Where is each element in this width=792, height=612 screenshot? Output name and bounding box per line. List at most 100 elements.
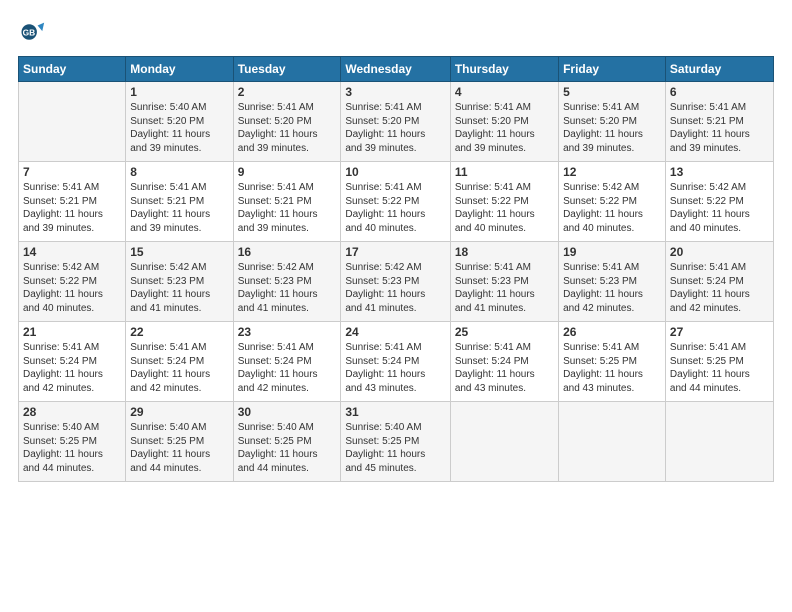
weekday-header-sunday: Sunday xyxy=(19,57,126,82)
day-number: 6 xyxy=(670,85,769,99)
day-info: Sunrise: 5:41 AMSunset: 5:24 PMDaylight:… xyxy=(130,341,228,395)
day-number: 20 xyxy=(670,245,769,259)
day-info: Sunrise: 5:40 AMSunset: 5:20 PMDaylight:… xyxy=(130,101,228,155)
day-info: Sunrise: 5:41 AMSunset: 5:21 PMDaylight:… xyxy=(238,181,337,235)
calendar-table: SundayMondayTuesdayWednesdayThursdayFrid… xyxy=(18,56,774,482)
day-info: Sunrise: 5:41 AMSunset: 5:20 PMDaylight:… xyxy=(345,101,445,155)
weekday-header-tuesday: Tuesday xyxy=(233,57,341,82)
day-info: Sunrise: 5:42 AMSunset: 5:23 PMDaylight:… xyxy=(130,261,228,315)
day-info: Sunrise: 5:42 AMSunset: 5:22 PMDaylight:… xyxy=(670,181,769,235)
day-number: 26 xyxy=(563,325,661,339)
day-number: 29 xyxy=(130,405,228,419)
day-info: Sunrise: 5:40 AMSunset: 5:25 PMDaylight:… xyxy=(23,421,121,475)
calendar-cell: 24 Sunrise: 5:41 AMSunset: 5:24 PMDayligh… xyxy=(341,322,450,402)
day-number: 14 xyxy=(23,245,121,259)
day-info: Sunrise: 5:41 AMSunset: 5:22 PMDaylight:… xyxy=(345,181,445,235)
day-info: Sunrise: 5:41 AMSunset: 5:21 PMDaylight:… xyxy=(23,181,121,235)
weekday-header-monday: Monday xyxy=(126,57,233,82)
day-number: 17 xyxy=(345,245,445,259)
calendar-cell: 15 Sunrise: 5:42 AMSunset: 5:23 PMDayligh… xyxy=(126,242,233,322)
header: GB xyxy=(18,18,774,46)
day-info: Sunrise: 5:40 AMSunset: 5:25 PMDaylight:… xyxy=(238,421,337,475)
day-info: Sunrise: 5:41 AMSunset: 5:25 PMDaylight:… xyxy=(563,341,661,395)
weekday-header-row: SundayMondayTuesdayWednesdayThursdayFrid… xyxy=(19,57,774,82)
day-number: 30 xyxy=(238,405,337,419)
day-info: Sunrise: 5:42 AMSunset: 5:22 PMDaylight:… xyxy=(23,261,121,315)
calendar-cell: 3 Sunrise: 5:41 AMSunset: 5:20 PMDaylight… xyxy=(341,82,450,162)
svg-text:GB: GB xyxy=(23,28,36,38)
calendar-cell: 28 Sunrise: 5:40 AMSunset: 5:25 PMDayligh… xyxy=(19,402,126,482)
day-number: 11 xyxy=(455,165,554,179)
day-info: Sunrise: 5:41 AMSunset: 5:21 PMDaylight:… xyxy=(130,181,228,235)
week-row-2: 14 Sunrise: 5:42 AMSunset: 5:22 PMDayligh… xyxy=(19,242,774,322)
day-number: 22 xyxy=(130,325,228,339)
day-info: Sunrise: 5:40 AMSunset: 5:25 PMDaylight:… xyxy=(130,421,228,475)
weekday-header-thursday: Thursday xyxy=(450,57,558,82)
calendar-cell: 18Sunrise: 5:41 AMSunset: 5:23 PMDayligh… xyxy=(450,242,558,322)
calendar-cell: 26 Sunrise: 5:41 AMSunset: 5:25 PMDayligh… xyxy=(559,322,666,402)
week-row-1: 7 Sunrise: 5:41 AMSunset: 5:21 PMDaylight… xyxy=(19,162,774,242)
day-number: 15 xyxy=(130,245,228,259)
day-info: Sunrise: 5:41 AMSunset: 5:21 PMDaylight:… xyxy=(670,101,769,155)
calendar-cell: 1Sunrise: 5:40 AMSunset: 5:20 PMDaylight… xyxy=(126,82,233,162)
day-info: Sunrise: 5:41 AMSunset: 5:25 PMDaylight:… xyxy=(670,341,769,395)
calendar-cell: 8 Sunrise: 5:41 AMSunset: 5:21 PMDaylight… xyxy=(126,162,233,242)
weekday-header-saturday: Saturday xyxy=(665,57,773,82)
day-info: Sunrise: 5:41 AMSunset: 5:24 PMDaylight:… xyxy=(345,341,445,395)
day-info: Sunrise: 5:42 AMSunset: 5:23 PMDaylight:… xyxy=(345,261,445,315)
day-number: 3 xyxy=(345,85,445,99)
day-info: Sunrise: 5:41 AMSunset: 5:20 PMDaylight:… xyxy=(563,101,661,155)
calendar-cell: 29 Sunrise: 5:40 AMSunset: 5:25 PMDayligh… xyxy=(126,402,233,482)
week-row-3: 21 Sunrise: 5:41 AMSunset: 5:24 PMDayligh… xyxy=(19,322,774,402)
day-number: 5 xyxy=(563,85,661,99)
calendar-cell xyxy=(19,82,126,162)
calendar-cell: 14 Sunrise: 5:42 AMSunset: 5:22 PMDayligh… xyxy=(19,242,126,322)
calendar-cell: 2 Sunrise: 5:41 AMSunset: 5:20 PMDaylight… xyxy=(233,82,341,162)
calendar-cell: 7 Sunrise: 5:41 AMSunset: 5:21 PMDaylight… xyxy=(19,162,126,242)
day-info: Sunrise: 5:42 AMSunset: 5:22 PMDaylight:… xyxy=(563,181,661,235)
calendar-cell: 23 Sunrise: 5:41 AMSunset: 5:24 PMDayligh… xyxy=(233,322,341,402)
day-info: Sunrise: 5:41 AMSunset: 5:23 PMDaylight:… xyxy=(563,261,661,315)
day-number: 21 xyxy=(23,325,121,339)
day-number: 24 xyxy=(345,325,445,339)
calendar-cell: 21Sunrise: 5:41 AMSunset: 5:24 PMDayligh… xyxy=(19,322,126,402)
day-info: Sunrise: 5:41 AMSunset: 5:24 PMDaylight:… xyxy=(670,261,769,315)
day-number: 7 xyxy=(23,165,121,179)
calendar-cell: 25Sunrise: 5:41 AMSunset: 5:24 PMDayligh… xyxy=(450,322,558,402)
day-number: 8 xyxy=(130,165,228,179)
calendar-cell: 5 Sunrise: 5:41 AMSunset: 5:20 PMDaylight… xyxy=(559,82,666,162)
day-number: 16 xyxy=(238,245,337,259)
calendar-cell: 13Sunrise: 5:42 AMSunset: 5:22 PMDayligh… xyxy=(665,162,773,242)
day-number: 10 xyxy=(345,165,445,179)
calendar-page: GB SundayMondayTuesdayWednesdayThursdayF… xyxy=(0,0,792,612)
logo-icon: GB xyxy=(18,18,46,46)
calendar-cell xyxy=(559,402,666,482)
day-number: 2 xyxy=(238,85,337,99)
calendar-cell: 10 Sunrise: 5:41 AMSunset: 5:22 PMDayligh… xyxy=(341,162,450,242)
calendar-cell: 12 Sunrise: 5:42 AMSunset: 5:22 PMDayligh… xyxy=(559,162,666,242)
day-number: 18 xyxy=(455,245,554,259)
day-number: 9 xyxy=(238,165,337,179)
calendar-cell: 20 Sunrise: 5:41 AMSunset: 5:24 PMDayligh… xyxy=(665,242,773,322)
calendar-cell xyxy=(450,402,558,482)
day-number: 23 xyxy=(238,325,337,339)
day-info: Sunrise: 5:41 AMSunset: 5:24 PMDaylight:… xyxy=(238,341,337,395)
weekday-header-friday: Friday xyxy=(559,57,666,82)
calendar-cell: 31Sunrise: 5:40 AMSunset: 5:25 PMDayligh… xyxy=(341,402,450,482)
day-number: 27 xyxy=(670,325,769,339)
calendar-cell: 19 Sunrise: 5:41 AMSunset: 5:23 PMDayligh… xyxy=(559,242,666,322)
day-info: Sunrise: 5:42 AMSunset: 5:23 PMDaylight:… xyxy=(238,261,337,315)
day-number: 31 xyxy=(345,405,445,419)
week-row-4: 28 Sunrise: 5:40 AMSunset: 5:25 PMDayligh… xyxy=(19,402,774,482)
day-number: 12 xyxy=(563,165,661,179)
calendar-cell: 17 Sunrise: 5:42 AMSunset: 5:23 PMDayligh… xyxy=(341,242,450,322)
week-row-0: 1Sunrise: 5:40 AMSunset: 5:20 PMDaylight… xyxy=(19,82,774,162)
day-number: 25 xyxy=(455,325,554,339)
day-number: 19 xyxy=(563,245,661,259)
calendar-cell: 4Sunrise: 5:41 AMSunset: 5:20 PMDaylight… xyxy=(450,82,558,162)
day-info: Sunrise: 5:41 AMSunset: 5:22 PMDaylight:… xyxy=(455,181,554,235)
logo: GB xyxy=(18,18,50,46)
calendar-cell: 6 Sunrise: 5:41 AMSunset: 5:21 PMDaylight… xyxy=(665,82,773,162)
day-number: 28 xyxy=(23,405,121,419)
day-info: Sunrise: 5:41 AMSunset: 5:20 PMDaylight:… xyxy=(238,101,337,155)
